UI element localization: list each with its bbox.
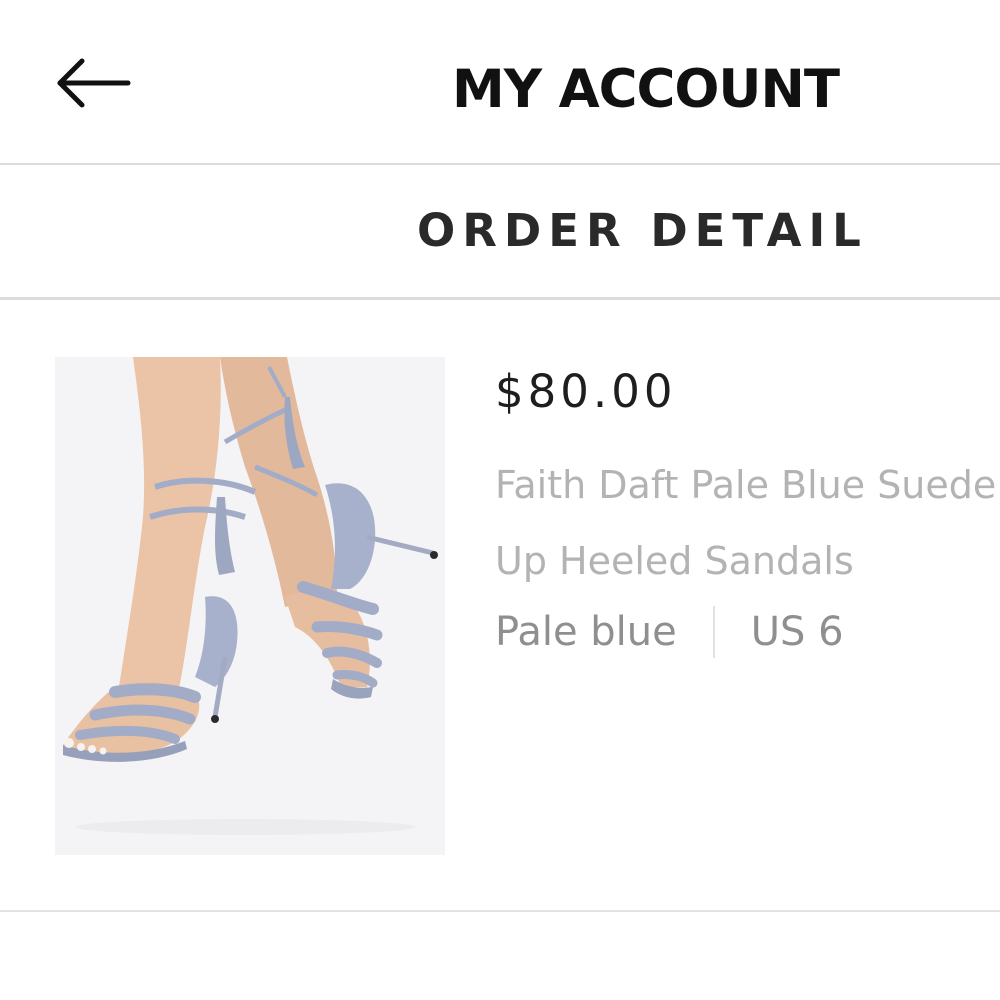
section-title: ORDER DETAIL [417, 204, 868, 257]
product-name-line2: Up Heeled Sandals [495, 539, 854, 583]
variant-divider [712, 606, 715, 658]
product-variant: Pale blue US 6 [495, 602, 844, 662]
arrow-left-icon [57, 58, 131, 108]
order-item[interactable]: $80.00 Faith Daft Pale Blue Suede C Up H… [0, 300, 1000, 912]
page-title: MY ACCOUNT [452, 59, 840, 120]
section-header: ORDER DETAIL [0, 165, 1000, 300]
product-size: US 6 [750, 609, 844, 655]
product-price: $80.00 [495, 365, 677, 418]
product-name-line1: Faith Daft Pale Blue Suede C [495, 463, 1000, 507]
product-name[interactable]: Faith Daft Pale Blue Suede C Up Heeled S… [495, 447, 1000, 599]
top-bar: MY ACCOUNT [0, 0, 1000, 165]
sandal-photo [55, 357, 445, 855]
back-button[interactable] [52, 55, 134, 115]
product-color: Pale blue [495, 609, 677, 655]
product-image[interactable] [55, 357, 445, 855]
